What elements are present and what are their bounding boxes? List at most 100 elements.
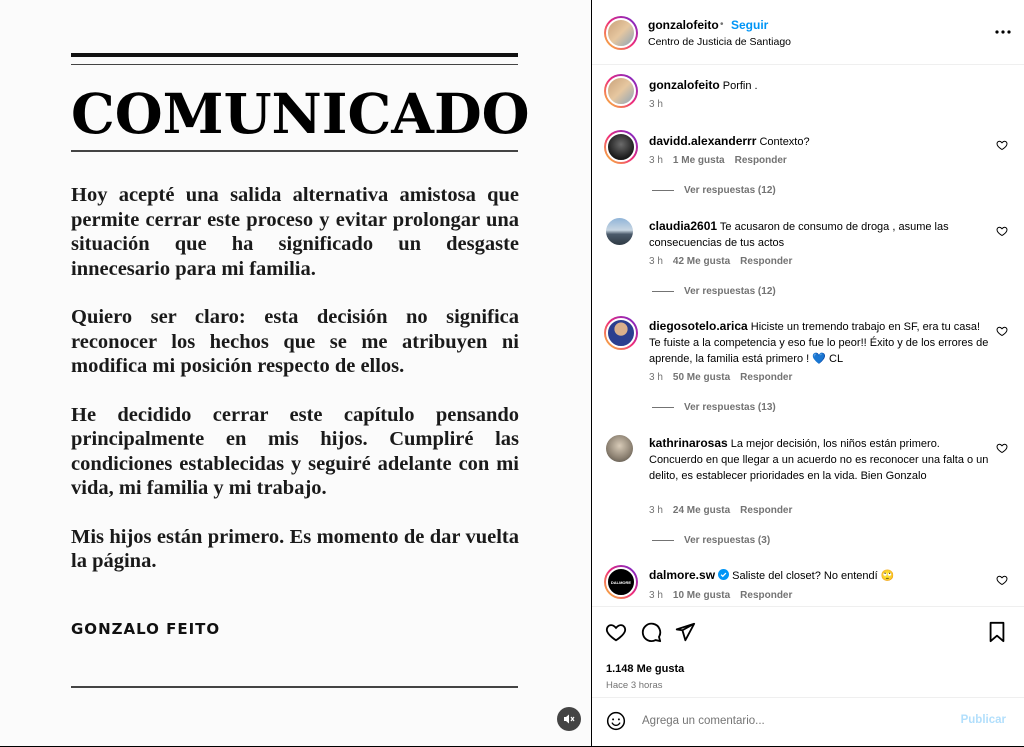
heart-icon[interactable] bbox=[996, 225, 1008, 237]
speaker-muted-icon bbox=[564, 714, 575, 724]
view-replies-label: Ver respuestas (13) bbox=[684, 402, 776, 413]
avatar[interactable] bbox=[604, 74, 638, 108]
statement-paragraph: Hoy acepté una salida alternativa amisto… bbox=[71, 184, 519, 280]
separator-dot: • bbox=[720, 19, 724, 30]
comment-username[interactable]: dalmore.sw bbox=[649, 568, 715, 582]
verified-badge-icon bbox=[718, 569, 730, 580]
avatar[interactable]: DALMORE bbox=[604, 565, 638, 599]
caption-time[interactable]: 3 h bbox=[649, 99, 663, 110]
comment-text: dalmore.sw Saliste del closet? No entend… bbox=[649, 567, 989, 584]
comment-likes[interactable]: 24 Me gusta bbox=[673, 505, 730, 516]
top-rule-thick bbox=[71, 53, 518, 57]
heart-icon[interactable] bbox=[996, 442, 1008, 454]
replies-line bbox=[652, 291, 674, 292]
heart-icon[interactable] bbox=[996, 574, 1008, 586]
comment-username[interactable]: davidd.alexanderrr bbox=[649, 134, 756, 148]
headline-underline bbox=[71, 150, 518, 152]
view-replies-button[interactable]: Ver respuestas (3) bbox=[652, 535, 770, 546]
comment-text: diegosotelo.arica Hiciste un tremendo tr… bbox=[649, 318, 989, 367]
view-replies-button[interactable]: Ver respuestas (12) bbox=[652, 286, 776, 297]
comment-time[interactable]: 3 h bbox=[649, 155, 663, 166]
caption-body: Porfin . bbox=[722, 80, 758, 92]
view-replies-label: Ver respuestas (12) bbox=[684, 286, 776, 297]
comment-text: claudia2601 Te acusaron de consumo de dr… bbox=[649, 218, 989, 251]
statement-paragraph: Quiero ser claro: esta decisión no signi… bbox=[71, 306, 519, 377]
comment: DALMORE dalmore.sw Saliste del closet? N… bbox=[592, 563, 1024, 605]
avatar[interactable] bbox=[606, 435, 633, 462]
mute-button[interactable] bbox=[557, 707, 581, 731]
comment-text: kathrinarosas La mejor decisión, los niñ… bbox=[649, 435, 989, 484]
comment-username[interactable]: diegosotelo.arica bbox=[649, 319, 748, 333]
view-replies-label: Ver respuestas (12) bbox=[684, 185, 776, 196]
reply-button[interactable]: Responder bbox=[740, 590, 792, 601]
comment-body: Saliste del closet? No entendí 🙄 bbox=[732, 570, 895, 582]
avatar-logo-text: DALMORE bbox=[610, 579, 632, 585]
comment-text: davidd.alexanderrr Contexto? bbox=[649, 133, 989, 150]
comment: kathrinarosas La mejor decisión, los niñ… bbox=[592, 431, 1024, 551]
comment-likes[interactable]: 50 Me gusta bbox=[673, 372, 730, 383]
view-replies-button[interactable]: Ver respuestas (12) bbox=[652, 185, 776, 196]
heart-icon[interactable] bbox=[996, 139, 1008, 151]
emoji-icon[interactable] bbox=[606, 711, 626, 731]
comment-bubble-icon[interactable] bbox=[640, 621, 662, 643]
statement-paragraph: He decidido cerrar este capítulo pensand… bbox=[71, 403, 519, 500]
avatar[interactable] bbox=[604, 316, 638, 350]
author-username[interactable]: gonzalofeito bbox=[648, 18, 719, 32]
comment-time[interactable]: 3 h bbox=[649, 372, 663, 383]
avatar[interactable] bbox=[604, 130, 638, 164]
caption-text: gonzalofeito Porfin . bbox=[649, 77, 989, 94]
comment-time[interactable]: 3 h bbox=[649, 505, 663, 516]
headline: COMUNICADO bbox=[71, 81, 530, 146]
comment: diegosotelo.arica Hiciste un tremendo tr… bbox=[592, 314, 1024, 418]
post-location[interactable]: Centro de Justicia de Santiago bbox=[648, 36, 791, 48]
comment-meta: 3 h 1 Me gusta Responder bbox=[649, 155, 787, 166]
author-avatar[interactable] bbox=[604, 16, 638, 50]
comment-likes[interactable]: 1 Me gusta bbox=[673, 155, 725, 166]
comment-meta: 3 h 24 Me gusta Responder bbox=[649, 505, 792, 516]
view-replies-label: Ver respuestas (3) bbox=[684, 535, 771, 546]
comment-meta: 3 h 50 Me gusta Responder bbox=[649, 372, 792, 383]
reply-button[interactable]: Responder bbox=[740, 372, 792, 383]
post-sidebar: gonzalofeito • Seguir Centro de Justicia… bbox=[592, 0, 1024, 746]
view-replies-button[interactable]: Ver respuestas (13) bbox=[652, 402, 776, 413]
caption-meta: 3 h bbox=[649, 99, 663, 110]
like-heart-icon[interactable] bbox=[605, 621, 627, 643]
comment-time[interactable]: 3 h bbox=[649, 590, 663, 601]
post-header: gonzalofeito • Seguir Centro de Justicia… bbox=[592, 0, 1024, 65]
comment-username[interactable]: kathrinarosas bbox=[649, 436, 728, 450]
statement-body: Hoy acepté una salida alternativa amisto… bbox=[71, 183, 519, 598]
signature: GONZALO FEITO bbox=[71, 620, 221, 638]
comment-username[interactable]: claudia2601 bbox=[649, 219, 717, 233]
post-image[interactable]: COMUNICADO Hoy acepté una salida alterna… bbox=[0, 0, 591, 746]
comment-likes[interactable]: 42 Me gusta bbox=[673, 256, 730, 267]
comment-time[interactable]: 3 h bbox=[649, 256, 663, 267]
likes-count[interactable]: 1.148 Me gusta bbox=[606, 663, 684, 675]
comment-meta: 3 h 42 Me gusta Responder bbox=[649, 256, 792, 267]
reply-button[interactable]: Responder bbox=[740, 505, 792, 516]
replies-line bbox=[652, 407, 674, 408]
post-actions: 1.148 Me gusta Hace 3 horas bbox=[592, 606, 1024, 691]
comment-meta: 3 h 10 Me gusta Responder bbox=[649, 590, 792, 601]
reply-button[interactable]: Responder bbox=[740, 256, 792, 267]
caption-username[interactable]: gonzalofeito bbox=[649, 78, 720, 92]
comment: claudia2601 Te acusaron de consumo de dr… bbox=[592, 214, 1024, 302]
post-time[interactable]: Hace 3 horas bbox=[606, 680, 663, 691]
replies-line bbox=[652, 190, 674, 191]
replies-line bbox=[652, 540, 674, 541]
heart-icon[interactable] bbox=[996, 325, 1008, 337]
caption: gonzalofeito Porfin . 3 h bbox=[592, 72, 1024, 122]
share-send-icon[interactable] bbox=[674, 621, 696, 643]
top-rule-thin bbox=[71, 64, 518, 65]
follow-button[interactable]: Seguir bbox=[731, 18, 768, 32]
more-horizontal-icon[interactable] bbox=[995, 30, 1011, 34]
publish-button[interactable]: Publicar bbox=[961, 714, 1006, 726]
comment-likes[interactable]: 10 Me gusta bbox=[673, 590, 730, 601]
comment-input[interactable] bbox=[640, 714, 944, 728]
comment-body: Contexto? bbox=[759, 136, 810, 148]
bottom-rule bbox=[71, 686, 518, 688]
comment-bar: Publicar bbox=[592, 697, 1024, 747]
reply-button[interactable]: Responder bbox=[735, 155, 787, 166]
comment: davidd.alexanderrr Contexto? 3 h 1 Me gu… bbox=[592, 128, 1024, 200]
avatar[interactable] bbox=[606, 218, 633, 245]
bookmark-icon[interactable] bbox=[986, 621, 1008, 643]
